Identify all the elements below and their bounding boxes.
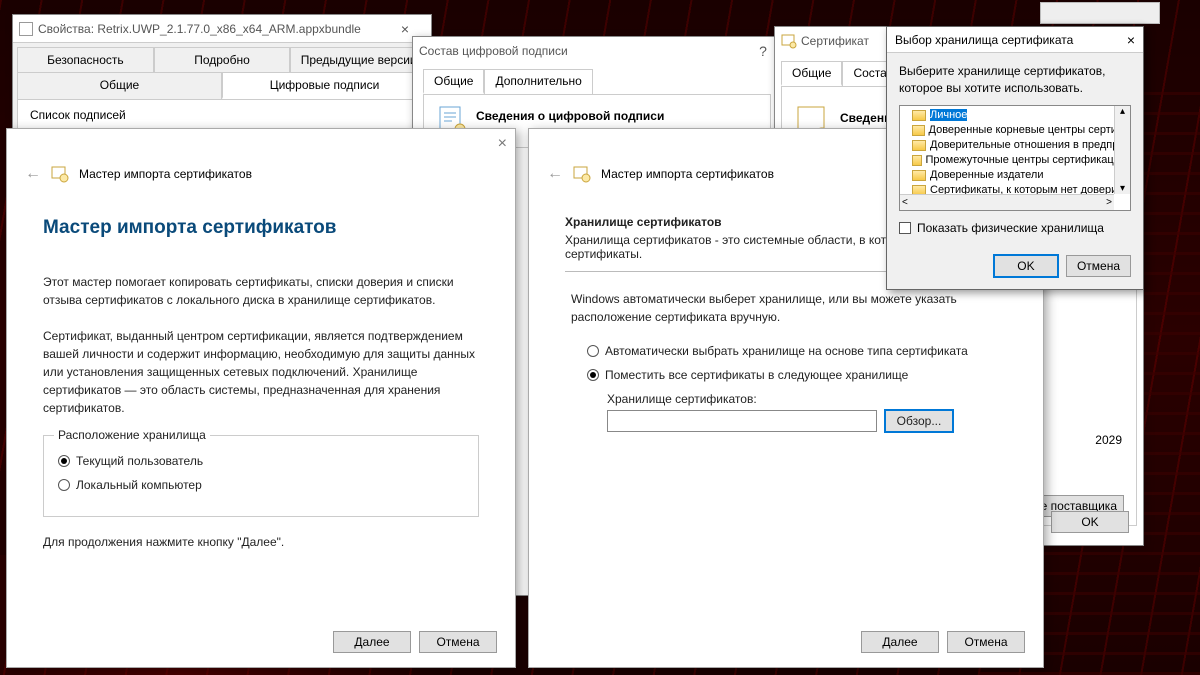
wizard1-heading: Мастер импорта сертификатов: [43, 217, 479, 239]
cert-title: Сертификат: [801, 34, 869, 48]
cancel-button[interactable]: Отмена: [947, 631, 1025, 653]
wizard1-paragraph-1: Этот мастер помогает копировать сертифик…: [43, 273, 479, 309]
taskbar-fragment: [1040, 2, 1160, 24]
store-location-legend: Расположение хранилища: [54, 428, 210, 442]
browse-button[interactable]: Обзор...: [885, 410, 953, 432]
store-path-input[interactable]: [607, 410, 877, 432]
tree-item-trusted-root[interactable]: Доверенные корневые центры сертиф: [908, 123, 1130, 138]
store-field-label: Хранилище сертификатов:: [607, 392, 1007, 406]
cert-tab-general[interactable]: Общие: [781, 61, 842, 86]
folder-icon: [912, 170, 926, 181]
radio-current-user[interactable]: Текущий пользователь: [58, 454, 464, 468]
back-arrow-icon[interactable]: ←: [547, 165, 563, 183]
radio-icon: [58, 479, 70, 491]
sig-tab-general[interactable]: Общие: [423, 69, 484, 94]
wizard1-paragraph-2: Сертификат, выданный центром сертификаци…: [43, 327, 479, 417]
cert-heading: Сведени: [840, 105, 891, 125]
folder-icon: [912, 155, 922, 166]
folder-icon: [912, 140, 926, 151]
store-selector-dialog: Выбор хранилища сертификата × Выберите х…: [886, 26, 1144, 290]
radio-icon: [58, 455, 70, 467]
folder-icon: [912, 125, 925, 136]
tab-previous-versions[interactable]: Предыдущие версии: [290, 47, 427, 72]
certificate-icon: [573, 165, 591, 183]
show-physical-checkbox[interactable]: Показать физические хранилища: [899, 221, 1131, 235]
close-icon[interactable]: ×: [385, 21, 425, 37]
wizard2-breadcrumb: Мастер импорта сертификатов: [601, 167, 774, 181]
properties-titlebar[interactable]: Свойства: Retrix.UWP_2.1.77.0_x86_x64_AR…: [13, 15, 431, 43]
scroll-right-icon[interactable]: >: [1106, 197, 1112, 208]
cancel-button[interactable]: Отмена: [1066, 255, 1131, 277]
radio-icon: [587, 369, 599, 381]
next-button[interactable]: Далее: [861, 631, 939, 653]
tree-item-personal[interactable]: Личное: [908, 108, 1130, 123]
scroll-up-icon[interactable]: ▴: [1120, 106, 1125, 117]
sig-titlebar[interactable]: Состав цифровой подписи ?: [413, 37, 781, 65]
store-tree[interactable]: Личное Доверенные корневые центры сертиф…: [899, 105, 1131, 211]
tab-general[interactable]: Общие: [17, 72, 222, 99]
close-icon[interactable]: ×: [498, 135, 507, 153]
sig-tab-advanced[interactable]: Дополнительно: [484, 69, 592, 94]
import-wizard-welcome: × ← Мастер импорта сертификатов Мастер и…: [6, 128, 516, 668]
close-icon[interactable]: ×: [1127, 32, 1135, 48]
tree-item-enterprise-trust[interactable]: Доверительные отношения в предпри: [908, 138, 1130, 153]
file-icon: [19, 22, 33, 36]
radio-icon: [587, 345, 599, 357]
help-icon[interactable]: ?: [751, 43, 775, 59]
radio-local-computer[interactable]: Локальный компьютер: [58, 478, 464, 492]
radio-place-all[interactable]: Поместить все сертификаты в следующее хр…: [587, 368, 1007, 382]
selector-title: Выбор хранилища сертификата: [895, 33, 1073, 47]
scroll-left-icon[interactable]: <: [902, 197, 908, 208]
back-arrow-icon[interactable]: ←: [25, 165, 41, 183]
cert-ok-button[interactable]: OK: [1051, 511, 1129, 533]
scroll-down-icon[interactable]: ▾: [1120, 183, 1125, 194]
wizard1-hint: Для продолжения нажмите кнопку "Далее".: [43, 533, 479, 551]
ok-button[interactable]: OK: [994, 255, 1058, 277]
certificate-icon: [781, 33, 797, 49]
tree-item-intermediate-ca[interactable]: Промежуточные центры сертификации: [908, 153, 1130, 168]
selector-titlebar[interactable]: Выбор хранилища сертификата ×: [887, 27, 1143, 53]
tab-details[interactable]: Подробно: [154, 47, 291, 72]
sig-title: Состав цифровой подписи: [419, 44, 568, 58]
properties-tabs-row2: Общие Цифровые подписи: [17, 72, 427, 99]
wizard2-paragraph: Windows автоматически выберет хранилище,…: [571, 290, 1007, 326]
cert-valid-year: 2029: [1095, 433, 1122, 447]
wizard1-breadcrumb: Мастер импорта сертификатов: [79, 167, 252, 181]
sig-heading: Сведения о цифровой подписи: [476, 105, 664, 123]
properties-tabs-row1: Безопасность Подробно Предыдущие версии: [17, 47, 427, 72]
signatures-list-label: Список подписей: [18, 100, 426, 126]
tree-item-trusted-publishers[interactable]: Доверенные издатели: [908, 168, 1130, 183]
vertical-scrollbar[interactable]: ▴▾: [1114, 106, 1130, 194]
folder-icon: [912, 110, 926, 121]
properties-title: Свойства: Retrix.UWP_2.1.77.0_x86_x64_AR…: [38, 22, 361, 36]
radio-auto-select[interactable]: Автоматически выбрать хранилище на основ…: [587, 344, 1007, 358]
horizontal-scrollbar[interactable]: <>: [900, 194, 1114, 210]
store-location-group: Расположение хранилища Текущий пользоват…: [43, 435, 479, 517]
selector-prompt: Выберите хранилище сертификатов, которое…: [899, 63, 1131, 97]
tab-digital-signatures[interactable]: Цифровые подписи: [222, 72, 427, 99]
tab-security[interactable]: Безопасность: [17, 47, 154, 72]
cancel-button[interactable]: Отмена: [419, 631, 497, 653]
next-button[interactable]: Далее: [333, 631, 411, 653]
checkbox-icon: [899, 222, 911, 234]
certificate-icon: [51, 165, 69, 183]
